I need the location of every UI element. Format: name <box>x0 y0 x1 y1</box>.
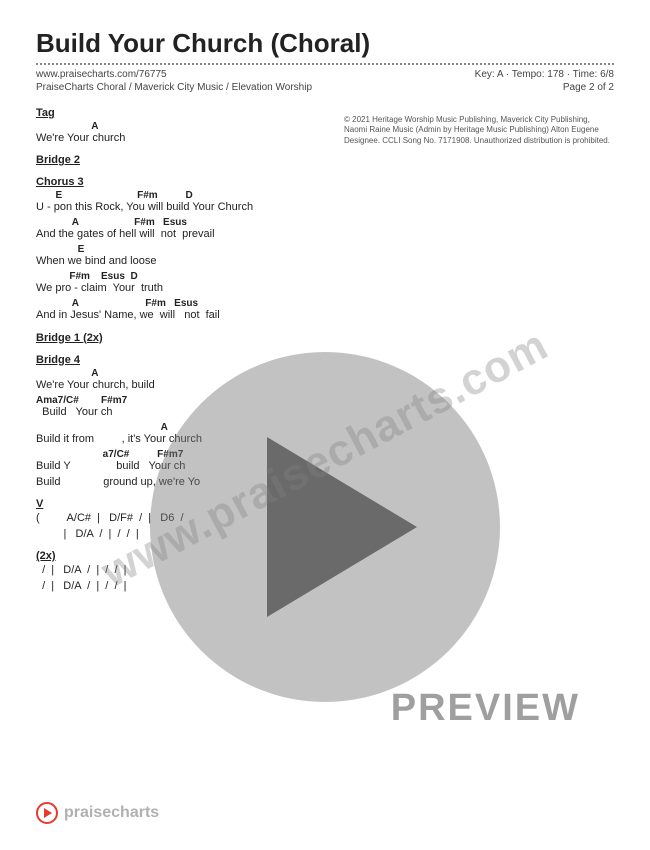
meta-row-1: www.praisecharts.com/76775 Key: A · Temp… <box>36 69 614 80</box>
lyric-line: Build it from , it's Your church <box>36 433 614 445</box>
chord-progression: / | D/A / | / / | <box>36 564 614 576</box>
chord-progression: ( A/C# | D/F# / | D6 / <box>36 512 614 524</box>
chord-progression: / | D/A / | / / | <box>36 580 614 592</box>
lyrics-content: Tag A We're Your church Bridge 2 Chorus … <box>36 107 614 592</box>
source-url: www.praisecharts.com/76775 <box>36 69 167 80</box>
section-bridge-2: Bridge 2 <box>36 154 614 166</box>
lyric-line: Build Y build Your ch <box>36 460 614 472</box>
section-bridge-4: Bridge 4 <box>36 354 614 366</box>
chord-line: A <box>36 368 614 379</box>
lyric-line: We're Your church, build <box>36 379 614 391</box>
song-title: Build Your Church (Choral) <box>36 28 614 59</box>
preview-label: PREVIEW <box>391 687 580 730</box>
section-vamp: V <box>36 498 614 510</box>
lyric-line: We pro - claim Your truth <box>36 282 614 294</box>
lyric-line: When we bind and loose <box>36 255 614 267</box>
meta-row-2: PraiseCharts Choral / Maverick City Musi… <box>36 82 614 93</box>
play-triangle-icon <box>44 808 52 818</box>
lyric-line: And in Jesus' Name, we will not fail <box>36 309 614 321</box>
page: Build Your Church (Choral) www.praisecha… <box>0 0 650 850</box>
section-outro: (2x) <box>36 550 614 562</box>
chord-line: E <box>36 244 614 255</box>
section-bridge-1-2x: Bridge 1 (2x) <box>36 332 614 344</box>
lyric-line: U - pon this Rock, You will build Your C… <box>36 201 614 213</box>
chord-line: F#m Esus D <box>36 271 614 282</box>
praisecharts-icon <box>36 802 58 824</box>
artists: PraiseCharts Choral / Maverick City Musi… <box>36 82 312 93</box>
chord-progression: | D/A / | / / | <box>36 528 614 540</box>
page-number: Page 2 of 2 <box>563 82 614 93</box>
chord-line: Ama7/C# F#m7 <box>36 395 614 406</box>
lyric-line: Build ground up, we're Yo <box>36 476 614 488</box>
section-chorus-3: Chorus 3 <box>36 176 614 188</box>
copyright-block: © 2021 Heritage Worship Music Publishing… <box>344 115 614 146</box>
chord-line: A <box>36 422 614 433</box>
chord-line: A F#m Esus <box>36 217 614 228</box>
divider <box>36 63 614 65</box>
chord-line: A F#m Esus <box>36 298 614 309</box>
footer-brand-text: praisecharts <box>64 804 159 822</box>
footer-logo: praisecharts <box>36 802 159 824</box>
chord-line: E F#m D <box>36 190 614 201</box>
lyric-line: Build Your ch <box>36 406 614 418</box>
chord-line: a7/C# F#m7 <box>36 449 614 460</box>
lyric-line: And the gates of hell will not prevail <box>36 228 614 240</box>
key-tempo-time: Key: A · Tempo: 178 · Time: 6/8 <box>475 69 614 80</box>
